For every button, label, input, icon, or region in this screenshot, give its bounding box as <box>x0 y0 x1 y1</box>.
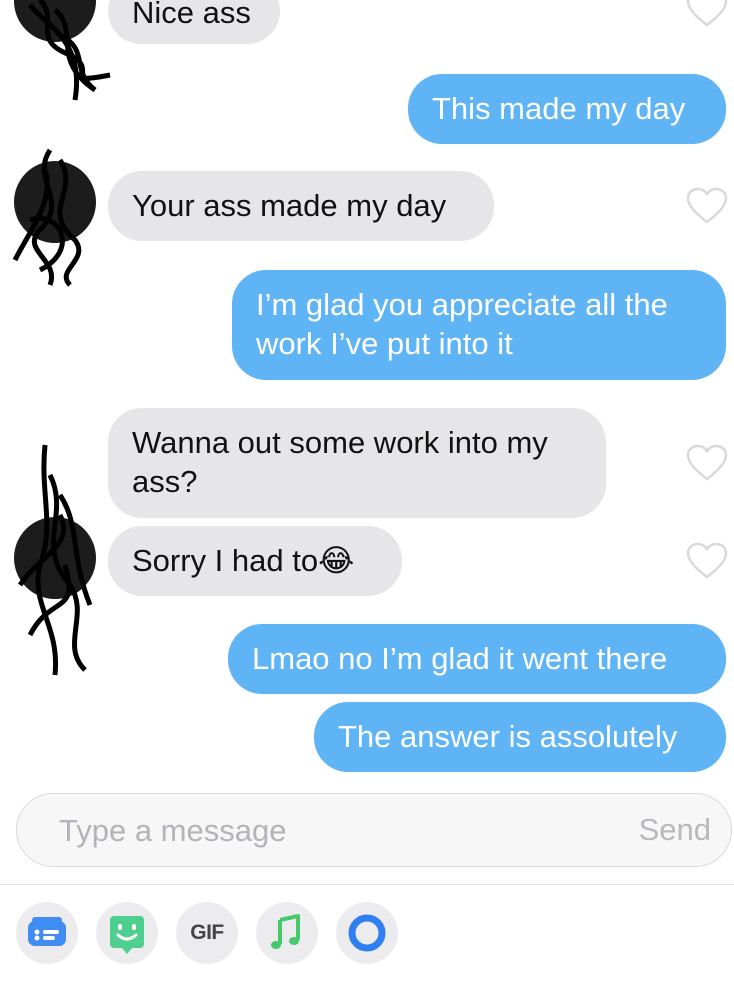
outgoing-message-bubble[interactable]: This made my day <box>408 74 726 144</box>
scribble-redaction <box>12 148 82 287</box>
message-composer: Send <box>16 793 732 867</box>
music-button[interactable] <box>256 902 318 964</box>
sticker-card-icon <box>28 917 66 946</box>
message-text: Sorry I had to <box>132 543 319 578</box>
gif-button[interactable]: GIF <box>176 902 238 964</box>
message-text: I’m glad you appreciate all the work I’v… <box>256 287 668 361</box>
incoming-message-bubble[interactable]: Nice ass <box>108 0 280 44</box>
message-text: Your ass made my day <box>132 188 447 223</box>
outgoing-message-bubble[interactable]: The answer is assolutely <box>314 702 726 772</box>
message-text: Lmao no I’m glad it went there <box>252 641 668 676</box>
sticker-card-button[interactable] <box>16 902 78 964</box>
outgoing-message-bubble[interactable]: Lmao no I’m glad it went there <box>228 624 726 694</box>
bitmoji-button[interactable] <box>96 902 158 964</box>
message-text: The answer is assolutely <box>338 719 678 754</box>
incoming-message-bubble[interactable]: Your ass made my day <box>108 171 494 241</box>
message-text: Nice ass <box>132 0 251 30</box>
outgoing-message-bubble[interactable]: I’m glad you appreciate all the work I’v… <box>232 270 726 380</box>
message-text: This made my day <box>432 91 686 126</box>
music-note-icon <box>271 914 300 949</box>
like-heart-icon[interactable] <box>686 0 728 28</box>
bitmoji-face-icon <box>110 916 144 954</box>
like-heart-icon[interactable] <box>686 444 728 482</box>
send-button[interactable]: Send <box>639 810 711 850</box>
laughing-emoji: 😂 <box>318 543 355 578</box>
loop-button[interactable] <box>336 902 398 964</box>
attachment-toolbar: GIF <box>0 885 734 981</box>
gif-icon: GIF <box>190 921 224 944</box>
message-text: Wanna out some work into my ass? <box>132 425 548 499</box>
incoming-message-bubble[interactable]: Sorry I had to😂 <box>108 526 402 596</box>
scribble-redaction <box>17 444 93 676</box>
like-heart-icon[interactable] <box>686 187 728 225</box>
loop-ring-icon <box>348 914 386 952</box>
incoming-message-bubble[interactable]: Wanna out some work into my ass? <box>108 408 606 518</box>
like-heart-icon[interactable] <box>686 542 728 580</box>
message-input[interactable] <box>57 808 581 854</box>
